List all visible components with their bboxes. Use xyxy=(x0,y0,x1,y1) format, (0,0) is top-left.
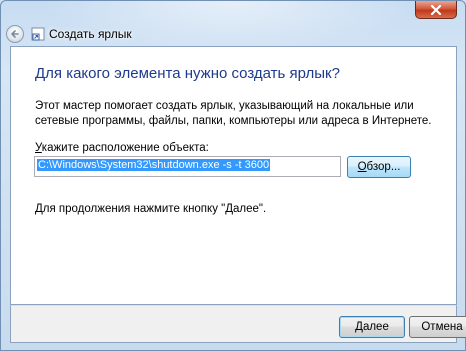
shortcut-wizard-icon xyxy=(31,27,45,41)
close-button[interactable] xyxy=(415,1,457,19)
location-label: Укажите расположение объекта: xyxy=(35,142,209,154)
location-value: C:\Windows\System32\shutdown.exe -s -t 3… xyxy=(37,159,271,171)
cancel-button[interactable]: Отмена xyxy=(409,316,466,338)
next-button[interactable]: Далее xyxy=(339,316,405,338)
browse-button[interactable]: Обзор... xyxy=(347,156,411,178)
wizard-footer: Далее Отмена xyxy=(10,305,466,343)
close-icon xyxy=(430,4,442,15)
continue-hint: Для продолжения нажмите кнопку "Далее". xyxy=(35,203,267,215)
location-input[interactable]: C:\Windows\System32\shutdown.exe -s -t 3… xyxy=(34,156,341,177)
location-label-rest: кажите расположение объекта: xyxy=(41,142,209,154)
wizard-content: Для какого элемента нужно создать ярлык?… xyxy=(10,46,457,305)
wizard-description: Этот мастер помогает создать ярлык, указ… xyxy=(35,100,432,127)
location-label-accel: У xyxy=(35,142,42,154)
wizard-window: Создать ярлык Для какого элемента нужно … xyxy=(0,0,466,351)
browse-accel: О xyxy=(357,161,367,173)
back-button[interactable] xyxy=(6,25,24,43)
frame-glass-highlight xyxy=(41,1,421,51)
next-rest: алее xyxy=(362,321,389,333)
back-arrow-icon xyxy=(11,30,19,38)
next-accel: Д xyxy=(355,321,363,333)
browse-rest: бзор... xyxy=(366,161,401,173)
window-title: Создать ярлык xyxy=(49,27,132,41)
page-heading: Для какого элемента нужно создать ярлык? xyxy=(35,65,340,82)
